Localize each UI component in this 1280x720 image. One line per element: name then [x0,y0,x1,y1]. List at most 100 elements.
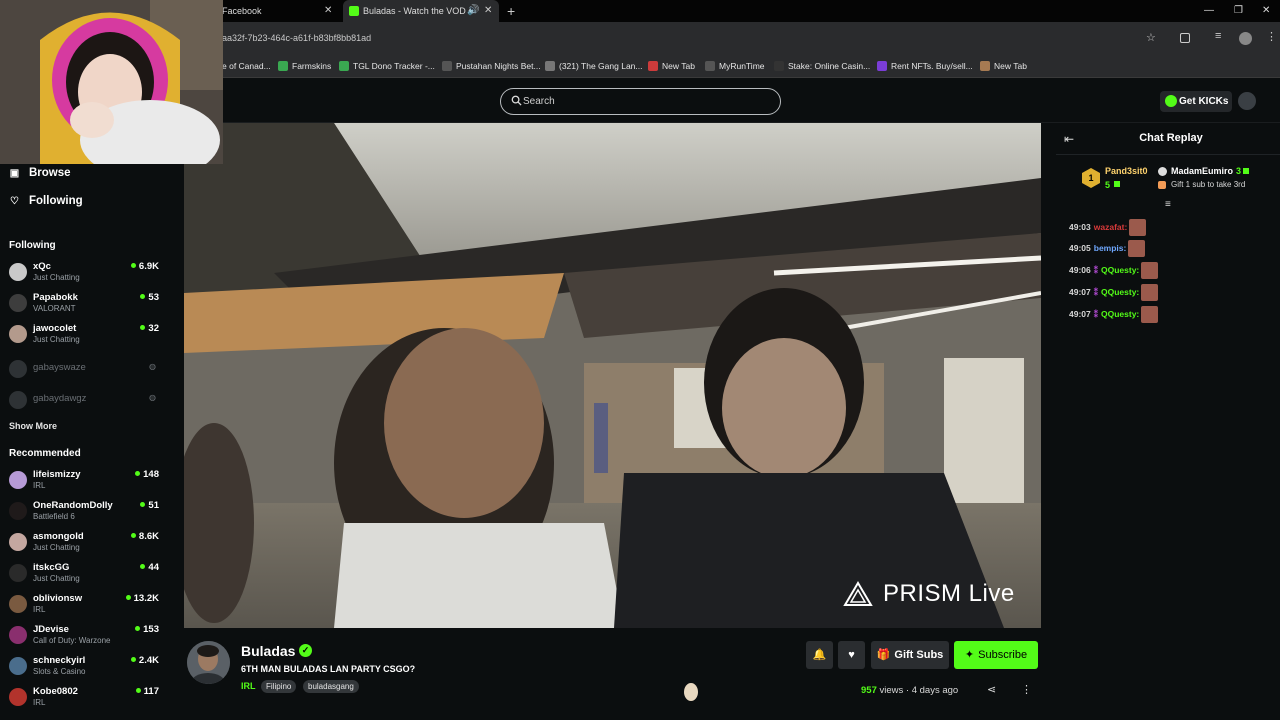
restore-icon[interactable]: ❐ [1234,0,1243,22]
live-dot-icon [140,293,146,299]
webcam-image [0,0,223,164]
chat-user-avatar-icon [684,683,698,701]
tag-pill[interactable]: Filipino [261,680,297,693]
gift-count: 3 [1236,166,1242,176]
avatar [9,657,27,675]
streamer-name[interactable]: Buladas [241,643,295,659]
bookmark-item[interactable]: New Tab [648,56,695,78]
video-player[interactable] [184,123,1041,628]
verified-badge-icon: ✓ [299,644,312,657]
sidebar-channel[interactable]: OneRandomDolly Battlefield 6 51 [9,500,159,530]
profile-icon[interactable] [1239,32,1252,45]
pustahan-icon [442,60,452,71]
category-link[interactable]: IRL [241,681,256,691]
gift-icon [1114,181,1120,187]
sidebar-channel[interactable]: asmongold Just Chatting 8.6K [9,531,159,561]
myruntime-icon [705,60,715,71]
bookmark-item[interactable]: Farmskins [278,56,331,78]
viewer-count: 8.6K [130,531,159,542]
avatar [9,502,27,520]
bookmark-item[interactable]: Stake: Online Casin... [774,56,870,78]
share-icon[interactable]: ⋖ [987,683,996,696]
viewer-count: 32 [140,323,159,334]
tab-audio-icon[interactable]: 🔊 [467,0,479,22]
scroll-down-icon[interactable]: ≡ [1165,199,1171,210]
live-dot-icon [135,625,141,631]
chat-username[interactable]: wazafat: [1094,222,1128,232]
bookmark-item[interactable]: TGL Dono Tracker -... [339,56,435,78]
get-kicks-button[interactable]: Get KICKs [1160,91,1232,112]
sidebar-channel[interactable]: JDevise Call of Duty: Warzone 153 [9,624,159,654]
avatar [9,360,27,378]
sidebar-channel[interactable]: jawocolet Just Chatting 32 [9,323,159,353]
sidebar-channel[interactable]: gabaydawgz ◍ [9,389,159,419]
gift-subs-button[interactable]: 🎁 Gift Subs [871,641,949,669]
bookmark-item[interactable]: Rent NFTs. Buy/sell... [877,56,973,78]
user-avatar[interactable] [1238,92,1256,110]
video-frame [184,123,1041,628]
follow-heart-button[interactable]: ♥ [838,641,865,669]
chat-username[interactable]: bempis: [1094,243,1127,253]
viewer-count: 44 [140,562,159,573]
chat-message: 49:03 wazafat: [1069,218,1147,237]
badge-icon: ⁑ [1093,265,1098,275]
bookmark-item[interactable]: (321) The Gang Lan... [545,56,642,78]
minimize-icon[interactable]: — [1204,0,1214,22]
media-control-icon[interactable]: ≡ [1215,30,1221,42]
notification-bell-button[interactable]: 🔔 [806,641,833,669]
bookmark-item[interactable]: New Tab [980,56,1027,78]
live-dot-icon [140,324,146,330]
tab-close-icon[interactable]: ✕ [324,0,332,22]
vod-age: 4 days ago [911,685,959,696]
sidebar-channel[interactable]: itskcGG Just Chatting 44 [9,562,159,592]
sidebar-channel[interactable]: Papabokk VALORANT 53 [9,292,159,322]
prism-logo-icon [843,581,873,606]
tab-close-icon[interactable]: ✕ [484,0,492,22]
avatar [9,595,27,613]
show-more-button[interactable]: Show More [9,421,57,431]
sidebar-channel[interactable]: schneckyirl Slots & Casino 2.4K [9,655,159,685]
live-dot-icon [130,656,136,662]
url-text[interactable]: aa32f-7b23-464c-a61f-b83bf8bb81ad [222,33,371,43]
sidebar-channel[interactable]: xQc Just Chatting 6.9K [9,261,159,291]
bookmark-star-icon[interactable]: ☆ [1146,31,1156,44]
browser-menu-icon[interactable]: ⋮ [1266,30,1277,43]
extensions-icon[interactable] [1180,33,1190,43]
viewer-count: 148 [135,469,159,480]
more-options-icon[interactable]: ⋮ [1021,683,1032,696]
subscribe-button[interactable]: ✦ Subscribe [954,641,1038,669]
sidebar-channel[interactable]: Kobe0802 IRL 117 [9,686,159,716]
sidebar-channel[interactable]: oblivionsw IRL 13.2K [9,593,159,623]
viewer-count: 51 [140,500,159,511]
search-input[interactable]: Search [500,88,781,115]
emote-icon [1141,262,1159,280]
chat-panel: ⇤ Chat Replay 1 Pand3sit0 5 MadamEumiro … [1056,123,1280,720]
new-tab-button[interactable]: + [507,0,515,22]
tab-facebook[interactable]: Facebook [222,0,340,22]
chat-username[interactable]: QQuesty: [1101,287,1139,297]
gift-count: 5 [1105,180,1111,190]
rank-badge-icon: 1 [1082,168,1100,188]
avatar [9,294,27,312]
bookmark-item[interactable]: MyRunTime [705,56,765,78]
close-window-icon[interactable]: ✕ [1262,0,1270,22]
recommended-title: Recommended [9,448,81,459]
emote-icon [1141,284,1159,302]
nft-icon [877,60,887,71]
sidebar-channel[interactable]: gabayswaze ◍ [9,358,159,388]
tag-pill[interactable]: buladasgang [303,680,359,693]
gifter-name: Pand3sit0 [1105,166,1148,176]
chat-username[interactable]: QQuesty: [1101,265,1139,275]
chat-title: Chat Replay [1139,132,1203,144]
sidebar-channel[interactable]: lifeismizzy IRL 148 [9,469,159,499]
bookmark-item[interactable]: e of Canad... [222,56,271,78]
nav-following[interactable]: ♡ Following [9,195,83,207]
kicks-icon [1165,95,1177,107]
streamer-avatar[interactable] [187,641,230,684]
avatar [9,564,27,582]
nav-browse[interactable]: ▣ Browse [9,167,71,179]
live-dot-icon [130,532,136,538]
chat-username[interactable]: QQuesty: [1101,309,1139,319]
bookmark-item[interactable]: Pustahan Nights Bet... [442,56,541,78]
chat-message: 49:07 ⁑ QQuesty: [1069,305,1159,324]
